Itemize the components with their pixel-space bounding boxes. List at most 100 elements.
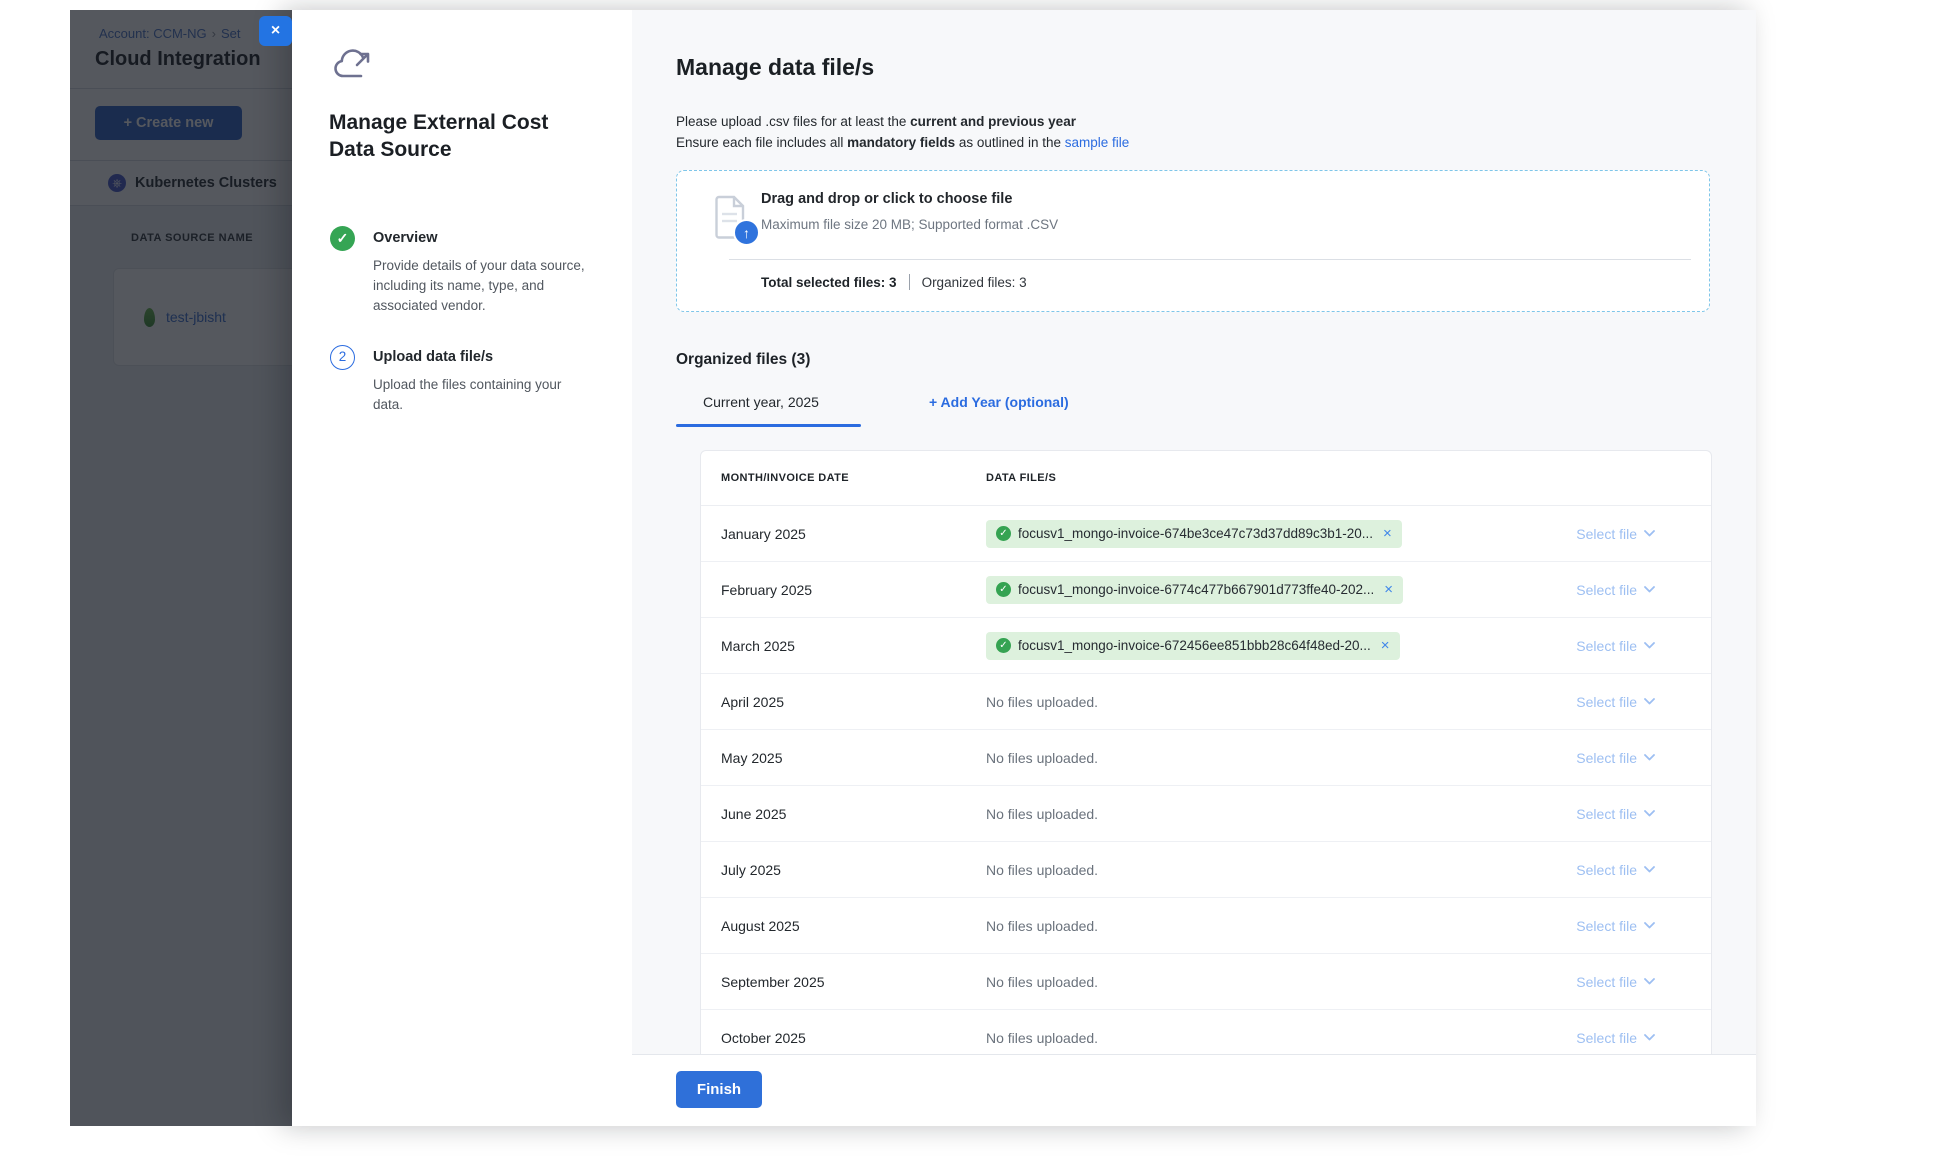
select-file-label: Select file: [1576, 694, 1637, 710]
table-row: August 2025 No files uploaded. Select fi…: [701, 898, 1711, 954]
month-label: June 2025: [701, 806, 986, 822]
close-drawer-button[interactable]: ×: [259, 16, 292, 46]
remove-file-icon[interactable]: ×: [1384, 582, 1393, 597]
table-row: July 2025 No files uploaded. Select file: [701, 842, 1711, 898]
month-label: April 2025: [701, 694, 986, 710]
select-file-dropdown[interactable]: Select file: [1536, 750, 1711, 766]
section-title: Manage data file/s: [676, 54, 874, 81]
month-label: July 2025: [701, 862, 986, 878]
table-header: MONTH/INVOICE DATE DATA FILE/S: [701, 451, 1711, 506]
empty-text: No files uploaded.: [986, 862, 1098, 878]
cloud-upload-icon: [331, 48, 375, 89]
select-file-dropdown[interactable]: Select file: [1536, 694, 1711, 710]
month-label: March 2025: [701, 638, 986, 654]
total-selected-files: Total selected files: 3: [761, 275, 897, 290]
table-row: February 2025 ✓ focusv1_mongo-invoice-67…: [701, 562, 1711, 618]
organized-files-count: Organized files: 3: [922, 275, 1027, 290]
empty-text: No files uploaded.: [986, 974, 1098, 990]
chevron-down-icon: [1644, 810, 1655, 817]
modal-dim-overlay: [70, 10, 292, 1126]
month-table-body: January 2025 ✓ focusv1_mongo-invoice-674…: [701, 506, 1711, 1054]
chevron-down-icon: [1644, 642, 1655, 649]
select-file-label: Select file: [1576, 750, 1637, 766]
step-complete-check-icon: ✓: [330, 226, 355, 251]
column-month-invoice-date: MONTH/INVOICE DATE: [701, 472, 986, 484]
file-valid-check-icon: ✓: [996, 526, 1011, 541]
select-file-dropdown[interactable]: Select file: [1536, 918, 1711, 934]
upload-step-content: Manage data file/s Please upload .csv fi…: [632, 10, 1756, 1054]
sample-file-link[interactable]: sample file: [1065, 135, 1130, 150]
empty-text: No files uploaded.: [986, 918, 1098, 934]
select-file-dropdown[interactable]: Select file: [1536, 582, 1711, 598]
upload-instructions: Please upload .csv files for at least th…: [676, 111, 1129, 153]
file-cell: No files uploaded.: [986, 1030, 1536, 1046]
chevron-down-icon: [1644, 866, 1655, 873]
select-file-label: Select file: [1576, 526, 1637, 542]
chevron-down-icon: [1644, 978, 1655, 985]
month-label: May 2025: [701, 750, 986, 766]
app-window: Account: CCM-NG›Set Cloud Integration + …: [70, 10, 1756, 1126]
file-cell: ✓ focusv1_mongo-invoice-6774c477b667901d…: [986, 576, 1536, 604]
month-label: October 2025: [701, 1030, 986, 1046]
file-dropzone[interactable]: ↑ Drag and drop or click to choose file …: [676, 170, 1710, 312]
month-label: September 2025: [701, 974, 986, 990]
table-row: January 2025 ✓ focusv1_mongo-invoice-674…: [701, 506, 1711, 562]
chevron-down-icon: [1644, 1034, 1655, 1041]
file-counters: Total selected files: 3 Organized files:…: [761, 274, 1027, 290]
select-file-label: Select file: [1576, 638, 1637, 654]
select-file-label: Select file: [1576, 862, 1637, 878]
file-chip: ✓ focusv1_mongo-invoice-674be3ce47c73d37…: [986, 520, 1402, 548]
background-page: Account: CCM-NG›Set Cloud Integration + …: [70, 10, 292, 1126]
wizard-steps-panel: Manage External Cost Data Source ✓ Overv…: [292, 10, 632, 1126]
select-file-dropdown[interactable]: Select file: [1536, 638, 1711, 654]
step-number-badge: 2: [330, 345, 355, 370]
file-valid-check-icon: ✓: [996, 582, 1011, 597]
select-file-label: Select file: [1576, 974, 1637, 990]
file-cell: ✓ focusv1_mongo-invoice-672456ee851bbb28…: [986, 632, 1536, 660]
select-file-dropdown[interactable]: Select file: [1536, 862, 1711, 878]
add-year-button[interactable]: + Add Year (optional): [929, 394, 1069, 410]
manage-data-source-drawer: × Manage External Cost Data Source ✓ Ove…: [292, 10, 1756, 1126]
file-chip: ✓ focusv1_mongo-invoice-6774c477b667901d…: [986, 576, 1403, 604]
instruction-line-2: Ensure each file includes all mandatory …: [676, 132, 1129, 153]
table-row: June 2025 No files uploaded. Select file: [701, 786, 1711, 842]
chevron-down-icon: [1644, 922, 1655, 929]
remove-file-icon[interactable]: ×: [1383, 526, 1392, 541]
remove-file-icon[interactable]: ×: [1381, 638, 1390, 653]
empty-text: No files uploaded.: [986, 694, 1098, 710]
file-cell: ✓ focusv1_mongo-invoice-674be3ce47c73d37…: [986, 520, 1536, 548]
active-tab-indicator: [676, 424, 861, 427]
upload-arrow-icon: ↑: [733, 219, 760, 246]
chevron-down-icon: [1644, 698, 1655, 705]
chevron-down-icon: [1644, 530, 1655, 537]
file-cell: No files uploaded.: [986, 974, 1536, 990]
file-valid-check-icon: ✓: [996, 638, 1011, 653]
dropzone-title: Drag and drop or click to choose file: [761, 191, 1012, 207]
column-data-files: DATA FILE/S: [986, 472, 1056, 484]
select-file-dropdown[interactable]: Select file: [1536, 806, 1711, 822]
finish-button[interactable]: Finish: [676, 1071, 762, 1108]
select-file-dropdown[interactable]: Select file: [1536, 1030, 1711, 1046]
table-row: April 2025 No files uploaded. Select fil…: [701, 674, 1711, 730]
divider: [729, 259, 1691, 260]
wizard-title: Manage External Cost Data Source: [329, 110, 589, 163]
chevron-down-icon: [1644, 586, 1655, 593]
file-cell: No files uploaded.: [986, 806, 1536, 822]
chevron-down-icon: [1644, 754, 1655, 761]
select-file-label: Select file: [1576, 582, 1637, 598]
tab-current-year[interactable]: Current year, 2025: [703, 394, 819, 410]
file-cell: No files uploaded.: [986, 694, 1536, 710]
table-row: October 2025 No files uploaded. Select f…: [701, 1010, 1711, 1054]
table-row: March 2025 ✓ focusv1_mongo-invoice-67245…: [701, 618, 1711, 674]
months-table-card: MONTH/INVOICE DATE DATA FILE/S January 2…: [700, 450, 1712, 1054]
select-file-label: Select file: [1576, 918, 1637, 934]
month-label: August 2025: [701, 918, 986, 934]
file-chip-label: focusv1_mongo-invoice-6774c477b667901d77…: [1018, 582, 1374, 597]
file-cell: No files uploaded.: [986, 918, 1536, 934]
select-file-dropdown[interactable]: Select file: [1536, 974, 1711, 990]
empty-text: No files uploaded.: [986, 750, 1098, 766]
dropzone-subtitle: Maximum file size 20 MB; Supported forma…: [761, 217, 1058, 232]
select-file-dropdown[interactable]: Select file: [1536, 526, 1711, 542]
file-chip-label: focusv1_mongo-invoice-672456ee851bbb28c6…: [1018, 638, 1371, 653]
select-file-label: Select file: [1576, 1030, 1637, 1046]
